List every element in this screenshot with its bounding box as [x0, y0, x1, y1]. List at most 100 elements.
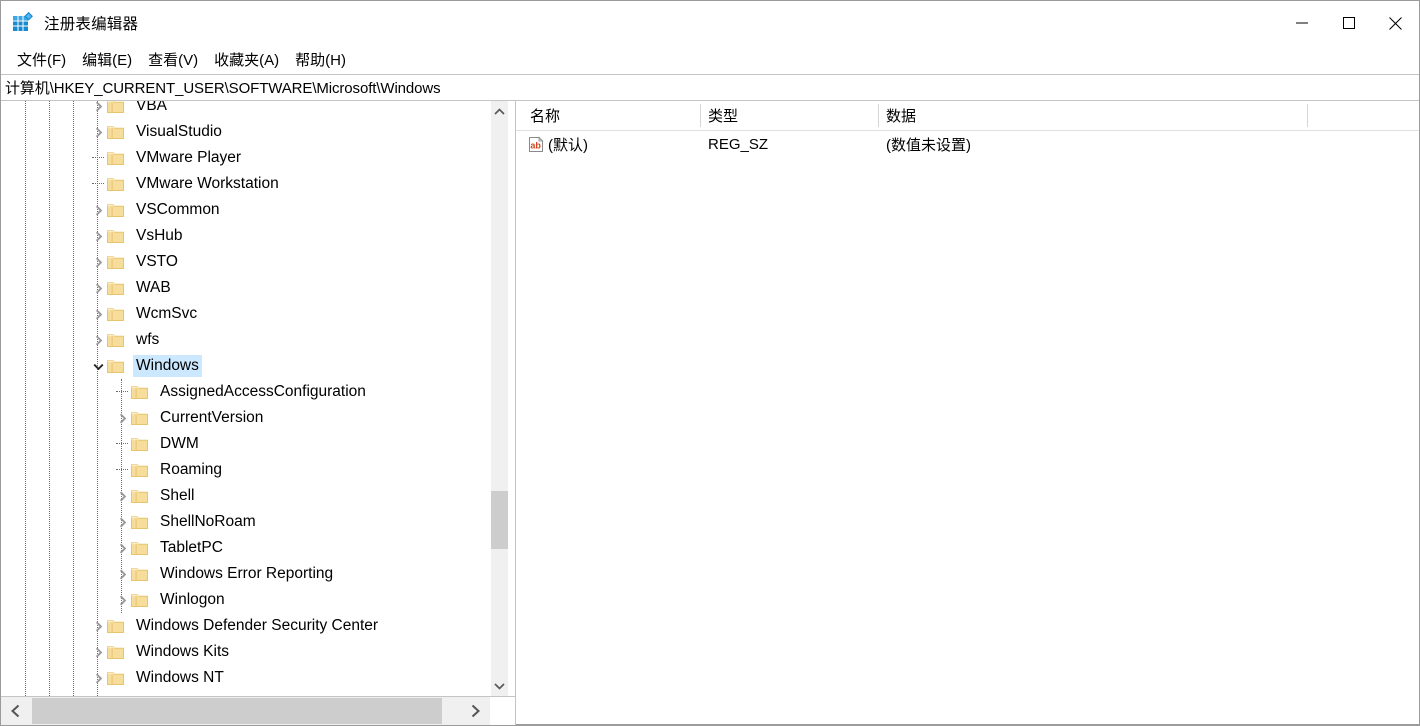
- folder-icon: [107, 619, 124, 634]
- menu-favorites[interactable]: 收藏夹(A): [207, 47, 286, 73]
- tree-expander[interactable]: [89, 327, 107, 353]
- svg-text:ab: ab: [530, 140, 541, 150]
- tree-expander[interactable]: [113, 509, 131, 535]
- maximize-icon: [1342, 17, 1355, 29]
- tree-item[interactable]: WAB: [1, 275, 491, 301]
- tree-item[interactable]: DWM: [1, 431, 491, 457]
- tree-item-label: VMware Workstation: [136, 175, 279, 192]
- tree-item[interactable]: VBA: [1, 101, 491, 119]
- tree-item[interactable]: VsHub: [1, 223, 491, 249]
- tree-item[interactable]: VSCommon: [1, 197, 491, 223]
- tree-item[interactable]: VMware Workstation: [1, 171, 491, 197]
- menu-file[interactable]: 文件(F): [10, 47, 73, 73]
- tree-horizontal-scrollbar[interactable]: [1, 696, 515, 725]
- chevron-right-icon: [95, 673, 102, 683]
- tree-item[interactable]: Roaming: [1, 457, 491, 483]
- tree-item[interactable]: TabletPC: [1, 535, 491, 561]
- tree-expander[interactable]: [89, 223, 107, 249]
- tree-item[interactable]: VSTO: [1, 249, 491, 275]
- tree-item[interactable]: Windows Defender Security Center: [1, 613, 491, 639]
- tree-item-label: AssignedAccessConfiguration: [160, 383, 366, 400]
- tree-expander[interactable]: [89, 101, 107, 119]
- pane-bottom-border: [516, 724, 1419, 725]
- tree-horizontal-scroll-thumb[interactable]: [32, 698, 442, 724]
- tree-item[interactable]: VMware Player: [1, 145, 491, 171]
- tree-expander[interactable]: [89, 301, 107, 327]
- tree-expander[interactable]: [89, 665, 107, 691]
- folder-icon: [107, 333, 124, 347]
- chevron-right-icon: [119, 595, 126, 605]
- folder-icon: [131, 567, 148, 581]
- tree-item[interactable]: VisualStudio: [1, 119, 491, 145]
- scroll-up-button[interactable]: [491, 103, 508, 120]
- folder-icon: [131, 437, 148, 451]
- tree-expander[interactable]: [113, 483, 131, 509]
- column-name[interactable]: 名称: [523, 101, 700, 130]
- menu-edit[interactable]: 编辑(E): [75, 47, 139, 73]
- address-path-text: 计算机\HKEY_CURRENT_USER\SOFTWARE\Microsoft…: [5, 80, 441, 97]
- tree-item[interactable]: Shell: [1, 483, 491, 509]
- menu-item-label: 帮助(H): [295, 51, 346, 69]
- column-divider[interactable]: [700, 104, 701, 127]
- tree-expander[interactable]: [89, 613, 107, 639]
- tree-expander[interactable]: [89, 275, 107, 301]
- tree-item[interactable]: Windows Kits: [1, 639, 491, 665]
- chevron-down-icon: [494, 682, 505, 690]
- tree-item[interactable]: AssignedAccessConfiguration: [1, 379, 491, 405]
- tree-item[interactable]: Winlogon: [1, 587, 491, 613]
- folder-icon: [107, 645, 124, 659]
- column-header-label: 名称: [530, 108, 561, 125]
- tree-expander[interactable]: [113, 405, 131, 431]
- tree-item[interactable]: WcmSvc: [1, 301, 491, 327]
- tree-connector: [113, 379, 131, 405]
- tree-item-label: ShellNoRoam: [160, 513, 256, 530]
- scroll-down-button[interactable]: [491, 677, 508, 694]
- tree-expander[interactable]: [113, 561, 131, 587]
- address-bar[interactable]: 计算机\HKEY_CURRENT_USER\SOFTWARE\Microsoft…: [1, 74, 1419, 101]
- tree-expander[interactable]: [89, 639, 107, 665]
- tree-expander[interactable]: [113, 535, 131, 561]
- scroll-right-button[interactable]: [460, 697, 490, 725]
- tree-expander[interactable]: [89, 197, 107, 223]
- column-divider[interactable]: [878, 104, 879, 127]
- column-data[interactable]: 数据: [879, 101, 1308, 130]
- menu-help[interactable]: 帮助(H): [288, 47, 353, 73]
- tree-item-label: TabletPC: [160, 539, 223, 556]
- tree-item[interactable]: Windows Error Reporting: [1, 561, 491, 587]
- folder-icon: [107, 255, 124, 270]
- column-type[interactable]: 类型: [701, 101, 878, 130]
- chevron-right-icon: [119, 517, 126, 527]
- folder-icon: [107, 307, 124, 322]
- chevron-right-icon: [119, 413, 126, 423]
- folder-icon: [107, 333, 124, 348]
- tree-item[interactable]: wfs: [1, 327, 491, 353]
- scroll-left-button[interactable]: [1, 697, 31, 725]
- tree-vertical-scrollbar[interactable]: [490, 101, 508, 696]
- tree-item[interactable]: ShellNoRoam: [1, 509, 491, 535]
- maximize-button[interactable]: [1325, 1, 1372, 45]
- tree-expander[interactable]: [113, 587, 131, 613]
- menu-view[interactable]: 查看(V): [141, 47, 205, 73]
- close-button[interactable]: [1372, 1, 1419, 45]
- folder-icon: [107, 125, 124, 139]
- tree-item-selected[interactable]: Windows: [1, 353, 491, 379]
- tree-item[interactable]: Windows NT: [1, 665, 491, 691]
- column-divider[interactable]: [1307, 104, 1308, 127]
- tree-viewport: VBA VisualStudio VMware Player VMware Works…: [1, 101, 491, 696]
- folder-icon: [107, 671, 124, 685]
- column-header-label: 数据: [886, 108, 917, 125]
- tree-expander[interactable]: [89, 353, 107, 379]
- tree-item-label: Shell: [160, 487, 195, 504]
- tree-item[interactable]: CurrentVersion: [1, 405, 491, 431]
- pane-splitter[interactable]: [508, 101, 515, 696]
- chevron-right-icon: [95, 335, 102, 345]
- tree-expander[interactable]: [89, 249, 107, 275]
- value-row[interactable]: ab (默认) REG_SZ (数值未设置): [516, 131, 1419, 157]
- minimize-button[interactable]: [1278, 1, 1325, 45]
- tree-vertical-scroll-thumb[interactable]: [491, 491, 508, 549]
- registry-tree[interactable]: VBA VisualStudio VMware Player VMware Works…: [1, 101, 515, 696]
- values-list[interactable]: ab (默认) REG_SZ (数值未设置): [516, 131, 1419, 725]
- tree-expander[interactable]: [89, 119, 107, 145]
- chevron-right-icon: [119, 569, 126, 579]
- tree-item-label: Winlogon: [160, 591, 225, 608]
